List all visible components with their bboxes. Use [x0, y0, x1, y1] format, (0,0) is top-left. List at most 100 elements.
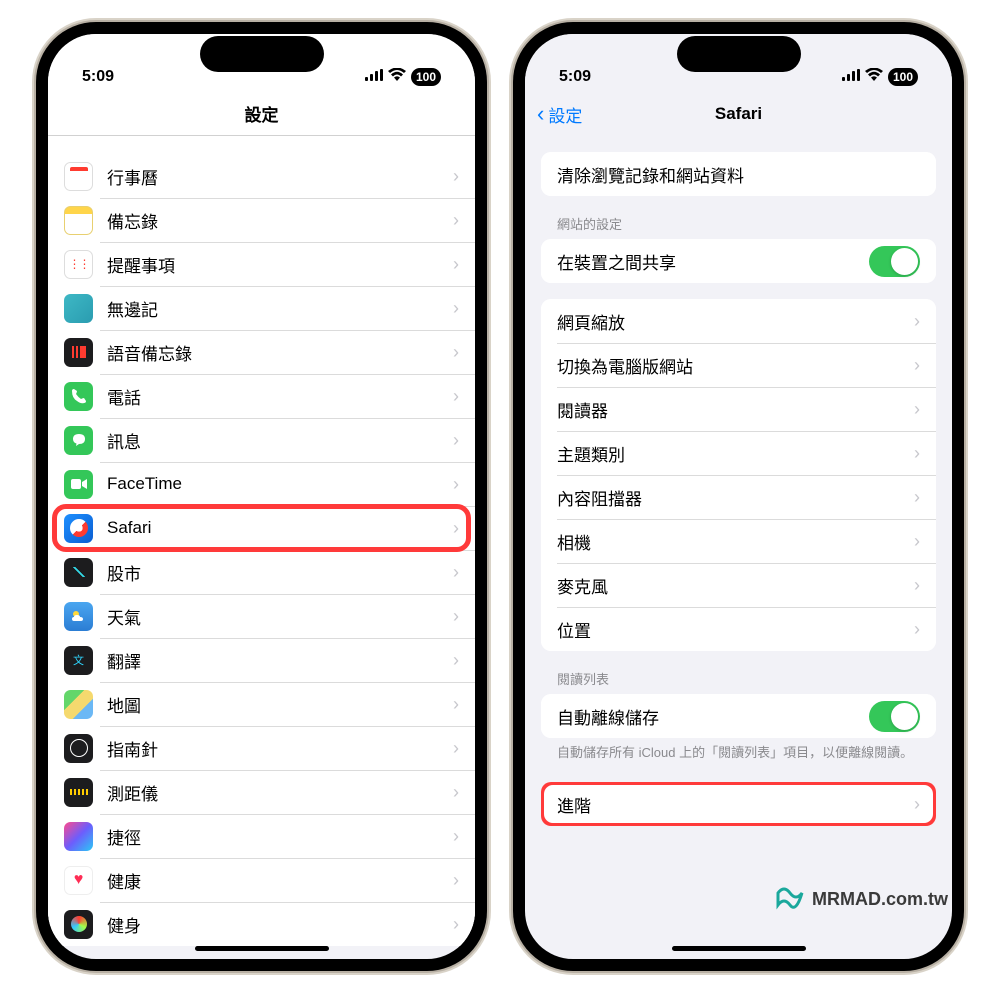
- status-time: 5:09: [559, 68, 591, 86]
- chevron-right-icon: ›: [453, 826, 459, 847]
- row-label: FaceTime: [107, 474, 447, 494]
- chevron-right-icon: ›: [914, 399, 920, 420]
- wifi-icon: [865, 68, 883, 86]
- row-label: 清除瀏覽記錄和網站資料: [557, 162, 920, 187]
- settings-row-shortcuts[interactable]: 捷徑 ›: [48, 814, 475, 858]
- home-indicator[interactable]: [195, 946, 329, 951]
- microphone-row[interactable]: 麥克風 ›: [541, 563, 936, 607]
- dynamic-island: [677, 36, 801, 72]
- row-label: 行事曆: [107, 164, 447, 189]
- messages-icon: [64, 426, 93, 455]
- settings-row-reminders[interactable]: 提醒事項 ›: [48, 242, 475, 286]
- row-label: 測距儀: [107, 780, 447, 805]
- settings-row-phone[interactable]: 電話 ›: [48, 374, 475, 418]
- safari-icon: [64, 514, 93, 543]
- settings-row-measure[interactable]: 測距儀 ›: [48, 770, 475, 814]
- toggle-switch[interactable]: [869, 701, 920, 732]
- status-right: 100: [365, 68, 441, 86]
- chevron-right-icon: ›: [914, 575, 920, 596]
- row-label: 麥克風: [557, 573, 908, 598]
- chevron-right-icon: ›: [453, 738, 459, 759]
- settings-row-health[interactable]: 健康 ›: [48, 858, 475, 902]
- row-label: 語音備忘錄: [107, 340, 447, 365]
- row-label: 自動離線儲存: [557, 704, 869, 729]
- maps-icon: [64, 690, 93, 719]
- chevron-right-icon: ›: [453, 342, 459, 363]
- watermark-logo-icon: [776, 885, 804, 913]
- toggle-switch[interactable]: [869, 246, 920, 277]
- row-label: 捷徑: [107, 824, 447, 849]
- auto-save-offline-row[interactable]: 自動離線儲存: [541, 694, 936, 738]
- page-zoom-row[interactable]: 網頁縮放 ›: [541, 299, 936, 343]
- list-group: 行事曆 › 備忘錄 › 提醒事項 › 無邊記: [48, 154, 475, 946]
- content-blockers-row[interactable]: 內容阻擋器 ›: [541, 475, 936, 519]
- settings-row-fitness[interactable]: 健身 ›: [48, 902, 475, 946]
- nav-bar: 設定: [48, 92, 475, 136]
- chevron-right-icon: ›: [453, 210, 459, 231]
- share-across-devices-row[interactable]: 在裝置之間共享: [541, 239, 936, 283]
- advanced-row[interactable]: 進階 ›: [541, 782, 936, 826]
- nav-title: Safari: [715, 104, 762, 124]
- weather-icon: [64, 602, 93, 631]
- request-desktop-row[interactable]: 切換為電腦版網站 ›: [541, 343, 936, 387]
- row-label: 內容阻擋器: [557, 485, 908, 510]
- row-label: 指南針: [107, 736, 447, 761]
- calendar-icon: [64, 162, 93, 191]
- chevron-right-icon: ›: [453, 606, 459, 627]
- location-row[interactable]: 位置 ›: [541, 607, 936, 651]
- settings-row-stocks[interactable]: 股市 ›: [48, 550, 475, 594]
- settings-row-translate[interactable]: 翻譯 ›: [48, 638, 475, 682]
- stocks-icon: [64, 558, 93, 587]
- chevron-right-icon: ›: [453, 914, 459, 935]
- row-label: 地圖: [107, 692, 447, 717]
- safari-settings-list[interactable]: 清除瀏覽記錄和網站資料 網站的設定 在裝置之間共享 網頁縮放 ›: [525, 136, 952, 959]
- row-label: 在裝置之間共享: [557, 249, 869, 274]
- notes-icon: [64, 206, 93, 235]
- row-label: 電話: [107, 384, 447, 409]
- clear-history-row[interactable]: 清除瀏覽記錄和網站資料: [541, 152, 936, 196]
- home-indicator[interactable]: [672, 946, 806, 951]
- settings-row-weather[interactable]: 天氣 ›: [48, 594, 475, 638]
- row-label: 網頁縮放: [557, 309, 908, 334]
- chevron-right-icon: ›: [453, 650, 459, 671]
- row-label: 主題類別: [557, 441, 908, 466]
- settings-row-freeform[interactable]: 無邊記 ›: [48, 286, 475, 330]
- settings-row-messages[interactable]: 訊息 ›: [48, 418, 475, 462]
- voicememo-icon: [64, 338, 93, 367]
- row-label: 股市: [107, 560, 447, 585]
- nav-title: 設定: [245, 101, 279, 126]
- chevron-right-icon: ›: [914, 443, 920, 464]
- chevron-right-icon: ›: [914, 487, 920, 508]
- status-right: 100: [842, 68, 918, 86]
- chevron-right-icon: ›: [453, 694, 459, 715]
- chevron-right-icon: ›: [914, 619, 920, 640]
- camera-row[interactable]: 相機 ›: [541, 519, 936, 563]
- settings-row-facetime[interactable]: FaceTime ›: [48, 462, 475, 506]
- fitness-icon: [64, 910, 93, 939]
- settings-row-maps[interactable]: 地圖 ›: [48, 682, 475, 726]
- row-label: 翻譯: [107, 648, 447, 673]
- chevron-right-icon: ›: [453, 254, 459, 275]
- row-label: 閱讀器: [557, 397, 908, 422]
- settings-row-calendar[interactable]: 行事曆 ›: [48, 154, 475, 198]
- chevron-right-icon: ›: [914, 794, 920, 815]
- settings-row-notes[interactable]: 備忘錄 ›: [48, 198, 475, 242]
- settings-row-voicememos[interactable]: 語音備忘錄 ›: [48, 330, 475, 374]
- chevron-right-icon: ›: [453, 430, 459, 451]
- settings-row-compass[interactable]: 指南針 ›: [48, 726, 475, 770]
- profiles-row[interactable]: 主題類別 ›: [541, 431, 936, 475]
- screen-left: 5:09 100 設定: [48, 34, 475, 959]
- section-footer-reading: 自動儲存所有 iCloud 上的「閱讀列表」項目，以便離線閱讀。: [541, 738, 936, 766]
- settings-list[interactable]: 行事曆 › 備忘錄 › 提醒事項 › 無邊記: [48, 136, 475, 959]
- chevron-right-icon: ›: [453, 386, 459, 407]
- watermark: MRMAD.com.tw: [776, 885, 948, 913]
- health-icon: [64, 866, 93, 895]
- chevron-right-icon: ›: [453, 166, 459, 187]
- watermark-text: MRMAD.com.tw: [812, 889, 948, 910]
- settings-row-safari[interactable]: Safari ›: [48, 506, 475, 550]
- list-group-clear: 清除瀏覽記錄和網站資料: [541, 152, 936, 196]
- nav-back-button[interactable]: ‹ 設定: [537, 102, 582, 127]
- chevron-right-icon: ›: [453, 518, 459, 539]
- reader-row[interactable]: 閱讀器 ›: [541, 387, 936, 431]
- phone-frame-right: 5:09 100 ‹ 設定 Safari: [513, 22, 964, 971]
